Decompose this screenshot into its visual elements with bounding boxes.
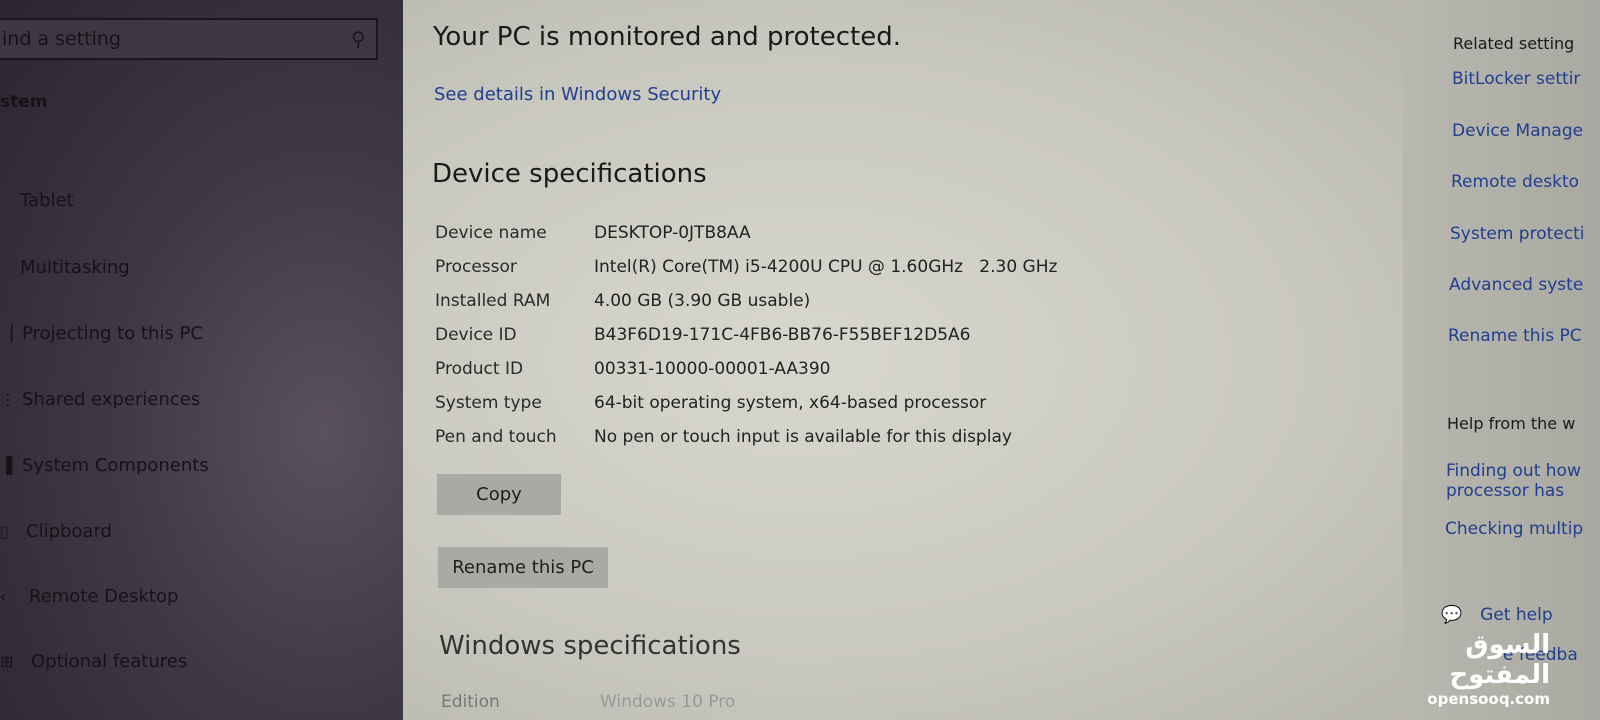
optional-features-icon: ⊞ bbox=[0, 652, 14, 671]
spec-value: DESKTOP-0JTB8AA bbox=[594, 223, 751, 243]
sidebar-heading: stem bbox=[0, 92, 48, 112]
related-settings-title: Related setting bbox=[1453, 34, 1575, 53]
copy-button[interactable]: Copy bbox=[437, 474, 561, 515]
help-link-cores[interactable]: Finding out how processor has bbox=[1446, 461, 1581, 501]
spec-value: Windows 10 Pro bbox=[600, 692, 736, 712]
spec-row: Pen and touch No pen or touch input is av… bbox=[435, 427, 1012, 447]
spec-row: Device name DESKTOP-0JTB8AA bbox=[435, 223, 751, 243]
spec-label: Product ID bbox=[435, 359, 524, 379]
spec-row: Product ID 00331-10000-00001-AA390 bbox=[435, 359, 830, 379]
chat-help-icon: 💬 bbox=[1441, 605, 1463, 625]
main-content: Your PC is monitored and protected. See … bbox=[403, 0, 1403, 720]
sidebar-item-optional-features[interactable]: ⊞ Optional features bbox=[0, 651, 187, 672]
spec-label: System type bbox=[435, 393, 542, 413]
system-protection-link[interactable]: System protecti bbox=[1450, 224, 1584, 244]
spec-row: Processor Intel(R) Core(TM) i5-4200U CPU … bbox=[435, 257, 1057, 277]
sidebar-item-label: Clipboard bbox=[26, 521, 112, 542]
clipboard-icon: ▯ bbox=[0, 522, 9, 541]
sidebar-item-label: Remote Desktop bbox=[29, 586, 179, 607]
help-link-line: Finding out how bbox=[1446, 461, 1581, 481]
spec-value: 4.00 GB (3.90 GB usable) bbox=[594, 291, 811, 311]
rename-pc-button[interactable]: Rename this PC bbox=[438, 547, 608, 588]
sidebar: ind a setting ⚲ stem Tablet Multitasking… bbox=[0, 0, 403, 720]
watermark-arabic: السوق المفتوح bbox=[1449, 630, 1550, 690]
spec-row: Edition Windows 10 Pro bbox=[441, 692, 735, 712]
spec-label: Device ID bbox=[435, 325, 517, 345]
sidebar-item-label: Multitasking bbox=[20, 257, 130, 278]
spec-label: Edition bbox=[441, 692, 500, 712]
spec-label: Pen and touch bbox=[435, 427, 557, 447]
spec-value: 64-bit operating system, x64-based proce… bbox=[594, 393, 987, 413]
help-title: Help from the w bbox=[1447, 414, 1576, 433]
spec-row: Device ID B43F6D19-171C-4FB6-BB76-F55BEF1… bbox=[435, 325, 970, 345]
spec-label: Processor bbox=[435, 257, 517, 277]
sidebar-item-system-components[interactable]: ▐ System Components bbox=[0, 455, 209, 476]
help-link-line: processor has bbox=[1446, 481, 1565, 501]
device-manager-link[interactable]: Device Manage bbox=[1452, 121, 1583, 141]
sidebar-item-label: Optional features bbox=[31, 651, 188, 672]
spec-value: B43F6D19-171C-4FB6-BB76-F55BEF12D5A6 bbox=[594, 325, 971, 345]
spec-label: Installed RAM bbox=[435, 291, 551, 311]
opensooq-watermark: السوق المفتوح opensooq.com bbox=[1400, 630, 1550, 708]
sidebar-item-multitasking[interactable]: Multitasking bbox=[20, 257, 130, 278]
remote-desktop-link[interactable]: Remote deskto bbox=[1451, 172, 1579, 192]
search-input[interactable]: ind a setting ⚲ bbox=[0, 18, 378, 60]
spec-value: 00331-10000-00001-AA390 bbox=[594, 359, 831, 379]
sidebar-item-shared-experiences[interactable]: ⋮ Shared experiences bbox=[0, 389, 200, 410]
protection-status: Your PC is monitored and protected. bbox=[433, 22, 901, 52]
remote-desktop-icon: ‹ bbox=[0, 587, 7, 606]
sidebar-item-label: Shared experiences bbox=[22, 389, 201, 410]
spec-value: No pen or touch input is available for t… bbox=[594, 427, 1012, 447]
shared-icon: ⋮ bbox=[0, 390, 16, 409]
advanced-system-link[interactable]: Advanced syste bbox=[1449, 275, 1583, 295]
windows-specifications-title: Windows specifications bbox=[439, 631, 741, 661]
sidebar-item-label: Tablet bbox=[20, 190, 74, 211]
windows-security-link[interactable]: See details in Windows Security bbox=[434, 84, 721, 105]
search-icon[interactable]: ⚲ bbox=[351, 27, 366, 51]
components-icon: ▐ bbox=[0, 456, 13, 475]
projecting-icon: ▕ bbox=[0, 324, 13, 343]
spec-label: Device name bbox=[435, 223, 547, 243]
help-link-multiple[interactable]: Checking multip bbox=[1445, 519, 1583, 539]
device-specifications-title: Device specifications bbox=[432, 159, 707, 189]
watermark-latin: opensooq.com bbox=[1427, 690, 1550, 708]
get-help-link[interactable]: 💬 Get help bbox=[1441, 605, 1553, 625]
sidebar-item-label: Projecting to this PC bbox=[22, 323, 203, 344]
sidebar-item-remote-desktop[interactable]: ‹ Remote Desktop bbox=[0, 586, 178, 607]
spec-value: Intel(R) Core(TM) i5-4200U CPU @ 1.60GHz… bbox=[594, 257, 1058, 277]
sidebar-item-projecting[interactable]: ▕ Projecting to this PC bbox=[0, 323, 203, 344]
get-help-label: Get help bbox=[1480, 605, 1553, 625]
spec-row: Installed RAM 4.00 GB (3.90 GB usable) bbox=[435, 291, 810, 311]
right-panel: Related setting BitLocker settir Device … bbox=[1403, 0, 1600, 720]
sidebar-item-clipboard[interactable]: ▯ Clipboard bbox=[0, 521, 112, 542]
bitlocker-link[interactable]: BitLocker settir bbox=[1452, 69, 1580, 89]
spec-row: System type 64-bit operating system, x64-… bbox=[435, 393, 986, 413]
rename-pc-link[interactable]: Rename this PC bbox=[1448, 326, 1582, 346]
sidebar-item-tablet[interactable]: Tablet bbox=[20, 190, 74, 211]
sidebar-item-label: System Components bbox=[22, 455, 209, 476]
search-placeholder: ind a setting bbox=[2, 28, 121, 50]
